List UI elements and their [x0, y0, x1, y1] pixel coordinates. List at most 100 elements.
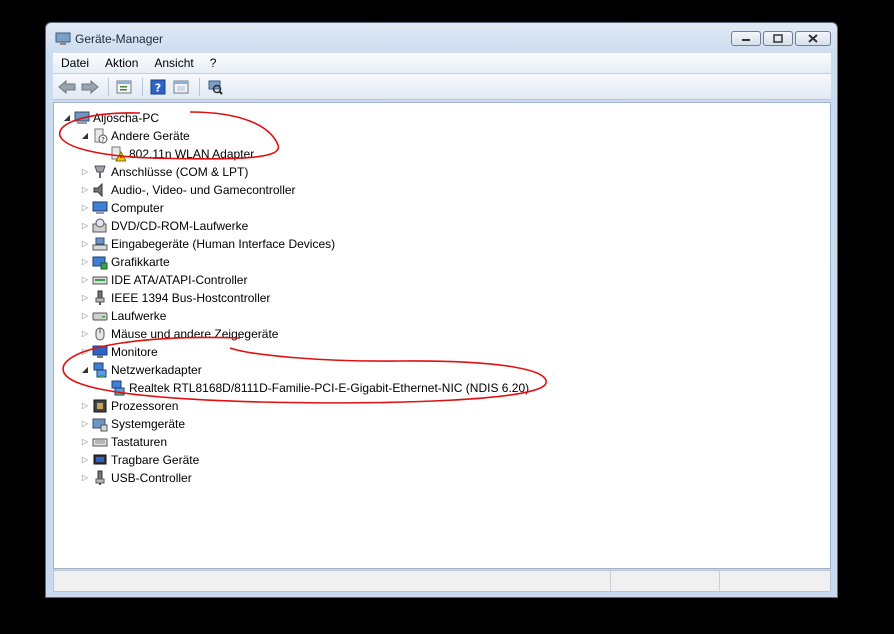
tree-item-label: Audio-, Video- und Gamecontroller [111, 183, 296, 197]
port-icon [92, 164, 108, 180]
tree-category-item[interactable]: ▷ Audio-, Video- und Gamecontroller [80, 181, 296, 199]
tree-item-label: Mäuse und andere Zeigegeräte [111, 327, 279, 341]
computer-icon [92, 200, 108, 216]
disc-icon [92, 218, 108, 234]
computer-icon [74, 110, 90, 126]
tree-item-label: Laufwerke [111, 309, 167, 323]
tree-category-item[interactable]: ▷ IDE ATA/ATAPI-Controller [80, 271, 248, 289]
view-icon[interactable] [171, 77, 191, 97]
expand-arrow-icon[interactable]: ▷ [80, 325, 90, 343]
device-manager-window: Geräte-Manager Datei Aktion Ansicht ? ? … [45, 22, 838, 598]
menu-datei[interactable]: Datei [53, 53, 97, 73]
collapse-arrow-icon[interactable]: ◢ [80, 127, 90, 145]
hid-icon [92, 236, 108, 252]
expand-arrow-icon[interactable]: ▷ [80, 397, 90, 415]
expand-arrow-icon[interactable]: ▷ [80, 415, 90, 433]
tree-item-label: 802.11n WLAN Adapter [129, 147, 255, 161]
monitor-icon [92, 344, 108, 360]
tree-category-item[interactable]: ▷ Mäuse und andere Zeigegeräte [80, 325, 279, 343]
tree-category-item[interactable]: ◢? Andere Geräte [80, 127, 190, 145]
tree-item-label: IDE ATA/ATAPI-Controller [111, 273, 248, 287]
toolbar: ? [53, 74, 831, 100]
portable-icon [92, 452, 108, 468]
expand-arrow-icon[interactable]: ▷ [80, 163, 90, 181]
expand-arrow-icon[interactable]: ▷ [80, 271, 90, 289]
tree-child-item[interactable]: 802.11n WLAN Adapter [98, 145, 254, 163]
tree-category-item[interactable]: ▷ Systemgeräte [80, 415, 185, 433]
menu-ansicht[interactable]: Ansicht [146, 53, 201, 73]
tree-item-label: Systemgeräte [111, 417, 186, 431]
expand-arrow-icon[interactable]: ▷ [80, 181, 90, 199]
firewire-icon [92, 290, 108, 306]
warning-device-icon [110, 146, 126, 162]
help-icon[interactable]: ? [148, 77, 168, 97]
tree-item-label: Computer [111, 201, 164, 215]
close-button[interactable] [795, 31, 831, 46]
processor-icon [92, 398, 108, 414]
network-icon [110, 380, 126, 396]
expand-arrow-icon[interactable]: ▷ [80, 235, 90, 253]
expand-arrow-icon[interactable]: ▷ [80, 307, 90, 325]
ide-icon [92, 272, 108, 288]
tree-category-item[interactable]: ▷ Monitore [80, 343, 158, 361]
status-cell-2 [611, 571, 721, 591]
forward-arrow-icon[interactable] [80, 77, 100, 97]
svg-text:?: ? [155, 81, 161, 94]
status-cell-main [54, 571, 612, 591]
tree-item-label: Monitore [111, 345, 158, 359]
status-cell-3 [720, 571, 830, 591]
toolbar-separator [108, 77, 109, 96]
menu-help[interactable]: ? [202, 53, 225, 73]
tree-category-item[interactable]: ▷ Tastaturen [80, 433, 167, 451]
tree-category-item[interactable]: ▷ Eingabegeräte (Human Interface Devices) [80, 235, 335, 253]
expand-arrow-icon[interactable]: ▷ [80, 469, 90, 487]
mouse-icon [92, 326, 108, 342]
properties-icon[interactable] [114, 77, 134, 97]
display-adapter-icon [92, 254, 108, 270]
unknown-device-icon: ? [92, 128, 108, 144]
tree-category-item[interactable]: ▷ IEEE 1394 Bus-Hostcontroller [80, 289, 270, 307]
expand-arrow-icon[interactable]: ▷ [80, 433, 90, 451]
menu-aktion[interactable]: Aktion [97, 53, 146, 73]
collapse-arrow-icon[interactable]: ◢ [62, 109, 72, 127]
tree-category-item[interactable]: ▷ USB-Controller [80, 469, 192, 487]
tree-item-label: Netzwerkadapter [111, 363, 202, 377]
expand-arrow-icon[interactable]: ▷ [80, 289, 90, 307]
maximize-button[interactable] [763, 31, 793, 46]
tree-root[interactable]: ◢ Aljoscha-PC [62, 109, 159, 127]
expand-arrow-icon[interactable]: ▷ [80, 253, 90, 271]
device-tree[interactable]: ◢ Aljoscha-PC ◢? Andere Geräte 802.11n WLA… [53, 102, 831, 569]
drive-icon [92, 308, 108, 324]
tree-item-label: Prozessoren [111, 399, 179, 413]
tree-category-item[interactable]: ▷ DVD/CD-ROM-Laufwerke [80, 217, 248, 235]
network-icon [92, 362, 108, 378]
title-bar[interactable]: Geräte-Manager [46, 23, 837, 53]
tree-item-label: Andere Geräte [111, 129, 190, 143]
collapse-arrow-icon[interactable]: ◢ [80, 361, 90, 379]
status-bar [53, 570, 831, 592]
tree-category-item[interactable]: ◢ Netzwerkadapter [80, 361, 202, 379]
expand-arrow-icon[interactable]: ▷ [80, 343, 90, 361]
tree-category-item[interactable]: ▷ Anschlüsse (COM & LPT) [80, 163, 248, 181]
tree-item-label: Eingabegeräte (Human Interface Devices) [111, 237, 336, 251]
back-arrow-icon[interactable] [57, 77, 77, 97]
expand-arrow-icon[interactable]: ▷ [80, 199, 90, 217]
toolbar-separator [199, 77, 200, 96]
scan-hardware-icon[interactable] [205, 77, 225, 97]
tree-item-label: Tragbare Geräte [111, 453, 200, 467]
expand-arrow-icon[interactable]: ▷ [80, 217, 90, 235]
tree-child-item[interactable]: Realtek RTL8168D/8111D-Familie-PCI-E-Gig… [98, 379, 529, 397]
window-title: Geräte-Manager [75, 32, 164, 46]
tree-item-label: Grafikkarte [111, 255, 170, 269]
expand-arrow-icon[interactable]: ▷ [80, 451, 90, 469]
tree-category-item[interactable]: ▷ Laufwerke [80, 307, 166, 325]
tree-category-item[interactable]: ▷ Prozessoren [80, 397, 178, 415]
tree-category-item[interactable]: ▷ Computer [80, 199, 164, 217]
speaker-icon [92, 182, 108, 198]
usb-icon [92, 470, 108, 486]
menu-bar: Datei Aktion Ansicht ? [53, 53, 831, 74]
tree-item-label: Realtek RTL8168D/8111D-Familie-PCI-E-Gig… [129, 381, 530, 395]
tree-category-item[interactable]: ▷ Tragbare Geräte [80, 451, 199, 469]
minimize-button[interactable] [731, 31, 761, 46]
tree-category-item[interactable]: ▷ Grafikkarte [80, 253, 170, 271]
